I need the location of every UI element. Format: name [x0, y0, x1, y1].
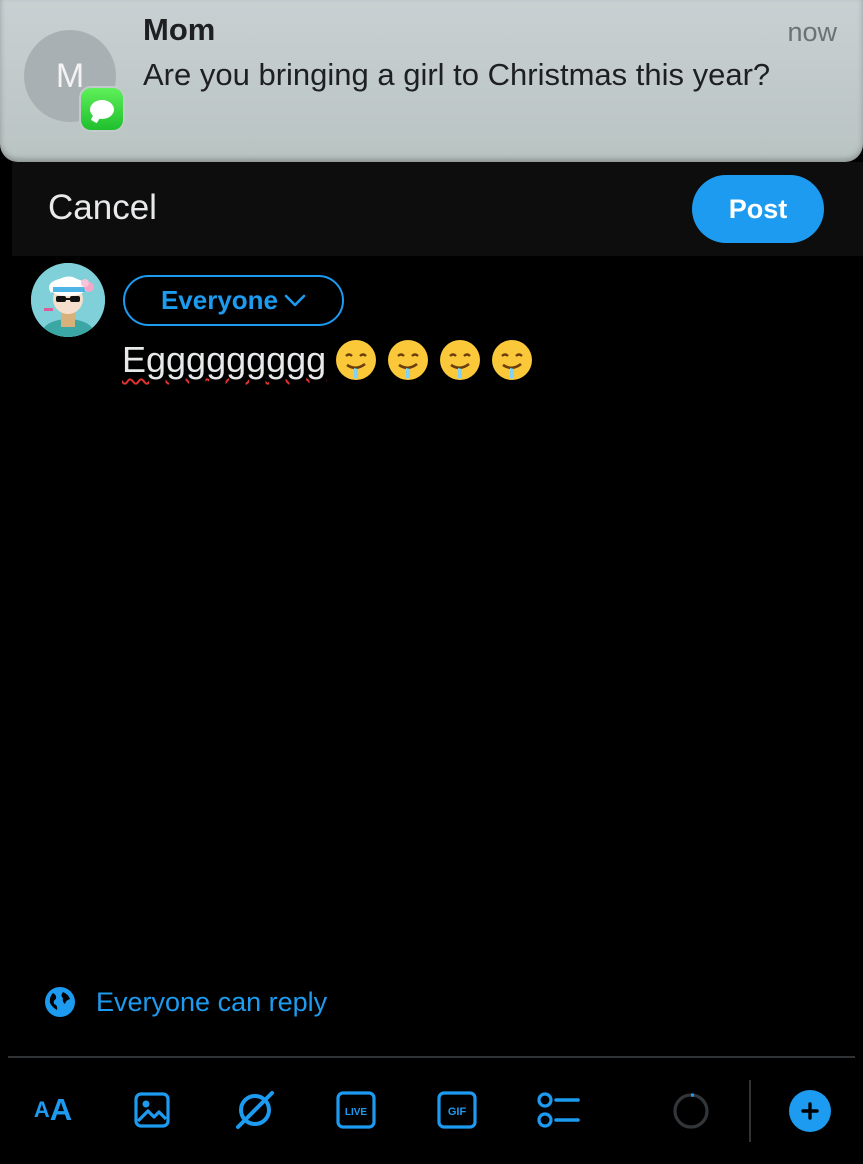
drooling-face-emoji [334, 338, 378, 382]
reply-setting-label: Everyone can reply [96, 986, 328, 1017]
gif-label: GIF [448, 1106, 467, 1118]
live-label: LIVE [345, 1107, 368, 1118]
notification-time: now [787, 17, 837, 47]
gif-icon[interactable]: GIF [437, 1088, 477, 1132]
drooling-face-emoji [490, 338, 534, 382]
text-size-small-label: A [33, 1097, 50, 1122]
compose-textarea[interactable]: Eggggggggg [122, 338, 534, 382]
audience-label: Everyone [160, 285, 279, 315]
drooling-face-emoji [386, 338, 430, 382]
grok-icon[interactable] [232, 1088, 278, 1132]
poll-icon[interactable] [536, 1088, 580, 1132]
sender-initial: M [55, 56, 85, 95]
toolbar-separator [749, 1080, 751, 1142]
composer-header: Cancel Post [12, 162, 863, 256]
globe-icon [45, 987, 75, 1017]
message-notification[interactable]: M Mom now Are you bringing a girl to Chr… [0, 0, 863, 162]
live-icon[interactable]: LIVE [336, 1088, 376, 1132]
post-button[interactable]: Post [692, 175, 824, 243]
chevron-down-icon [284, 294, 306, 306]
cancel-button[interactable]: Cancel [48, 188, 157, 228]
drooling-face-emoji [438, 338, 482, 382]
avatar-illustration [31, 263, 105, 337]
character-counter-icon [673, 1093, 709, 1129]
notification-message: Are you bringing a girl to Christmas thi… [143, 57, 771, 92]
composer-toolbar: A A LIVE GIF [0, 1058, 863, 1164]
notification-sender: Mom [143, 12, 216, 47]
add-thread-icon[interactable] [789, 1090, 831, 1132]
messages-icon [81, 88, 123, 130]
compose-text: Eggggggggg [122, 339, 327, 380]
audience-selector[interactable]: Everyone [123, 275, 344, 326]
image-icon[interactable] [132, 1088, 172, 1132]
reply-setting-button[interactable]: Everyone can reply [44, 986, 327, 1018]
text-size-icon[interactable]: A A [30, 1088, 76, 1132]
text-size-large-label: A [49, 1092, 73, 1127]
user-avatar[interactable] [31, 263, 105, 337]
